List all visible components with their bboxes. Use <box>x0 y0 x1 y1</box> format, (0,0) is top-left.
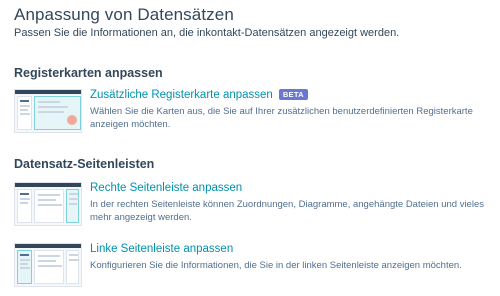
left-sidebar-preview-thumbnail <box>14 243 82 287</box>
right-sidebar-description: In der rechten Seitenleiste können Zuord… <box>90 199 484 223</box>
card-additional-tab[interactable]: Zusätzliche Registerkarte anpassen BETA W… <box>14 89 494 133</box>
section-title-tabs: Registerkarten anpassen <box>14 66 163 80</box>
left-sidebar-description: Konfigurieren Sie die Informationen, die… <box>90 260 462 271</box>
card-left-sidebar[interactable]: Linke Seitenleiste anpassen Konfiguriere… <box>14 243 494 287</box>
beta-badge: BETA <box>278 89 308 100</box>
page-subtitle: Passen Sie die Informationen an, die ink… <box>14 27 400 39</box>
right-sidebar-link[interactable]: Rechte Seitenleiste anpassen <box>90 182 242 194</box>
left-sidebar-link[interactable]: Linke Seitenleiste anpassen <box>90 243 233 255</box>
section-title-sidebars: Datensatz-Seitenleisten <box>14 157 155 171</box>
additional-tab-link[interactable]: Zusätzliche Registerkarte anpassen <box>90 89 273 101</box>
right-sidebar-preview-thumbnail <box>14 182 82 226</box>
page-title: Anpassung von Datensätzen <box>14 5 234 24</box>
card-right-sidebar[interactable]: Rechte Seitenleiste anpassen In der rech… <box>14 182 494 226</box>
additional-tab-preview-thumbnail <box>14 89 82 133</box>
additional-tab-description: Wählen Sie die Karten aus, die Sie auf I… <box>90 106 473 130</box>
